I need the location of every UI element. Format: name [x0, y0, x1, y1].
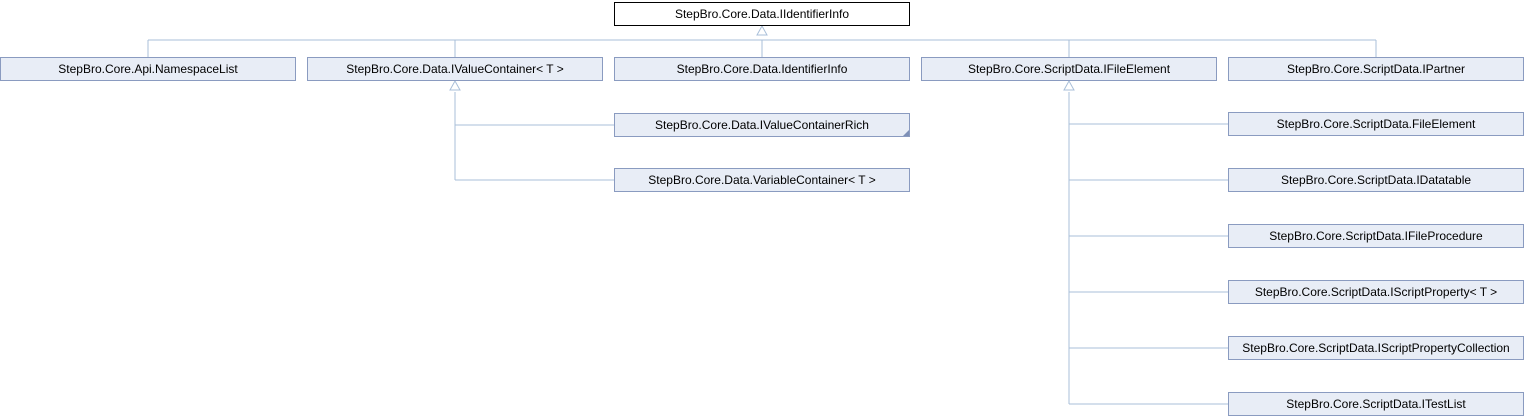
- class-node-iscriptproperty[interactable]: StepBro.Core.ScriptData.IScriptProperty<…: [1228, 280, 1524, 304]
- class-node-itestlist[interactable]: StepBro.Core.ScriptData.ITestList: [1228, 392, 1524, 416]
- class-node-iscriptpropertycollection[interactable]: StepBro.Core.ScriptData.IScriptPropertyC…: [1228, 336, 1524, 360]
- class-node-namespacelist[interactable]: StepBro.Core.Api.NamespaceList: [0, 57, 296, 81]
- class-node-ifileprocedure[interactable]: StepBro.Core.ScriptData.IFileProcedure: [1228, 224, 1524, 248]
- inheritance-arrow-icon: [1063, 79, 1075, 91]
- class-node-ipartner[interactable]: StepBro.Core.ScriptData.IPartner: [1228, 57, 1524, 81]
- inheritance-arrow-icon: [756, 24, 768, 36]
- class-node-ivaluecontainer[interactable]: StepBro.Core.Data.IValueContainer< T >: [307, 57, 603, 81]
- root-class-node: StepBro.Core.Data.IIdentifierInfo: [614, 2, 910, 26]
- class-node-ivaluecontainerrich[interactable]: StepBro.Core.Data.IValueContainerRich: [614, 113, 910, 137]
- class-node-variablecontainer[interactable]: StepBro.Core.Data.VariableContainer< T >: [614, 168, 910, 192]
- inheritance-arrow-icon: [449, 79, 461, 91]
- class-node-fileelement[interactable]: StepBro.Core.ScriptData.FileElement: [1228, 112, 1524, 136]
- class-node-identifierinfo[interactable]: StepBro.Core.Data.IdentifierInfo: [614, 57, 910, 81]
- class-node-idatatable[interactable]: StepBro.Core.ScriptData.IDatatable: [1228, 168, 1524, 192]
- class-node-ifileelement[interactable]: StepBro.Core.ScriptData.IFileElement: [921, 57, 1217, 81]
